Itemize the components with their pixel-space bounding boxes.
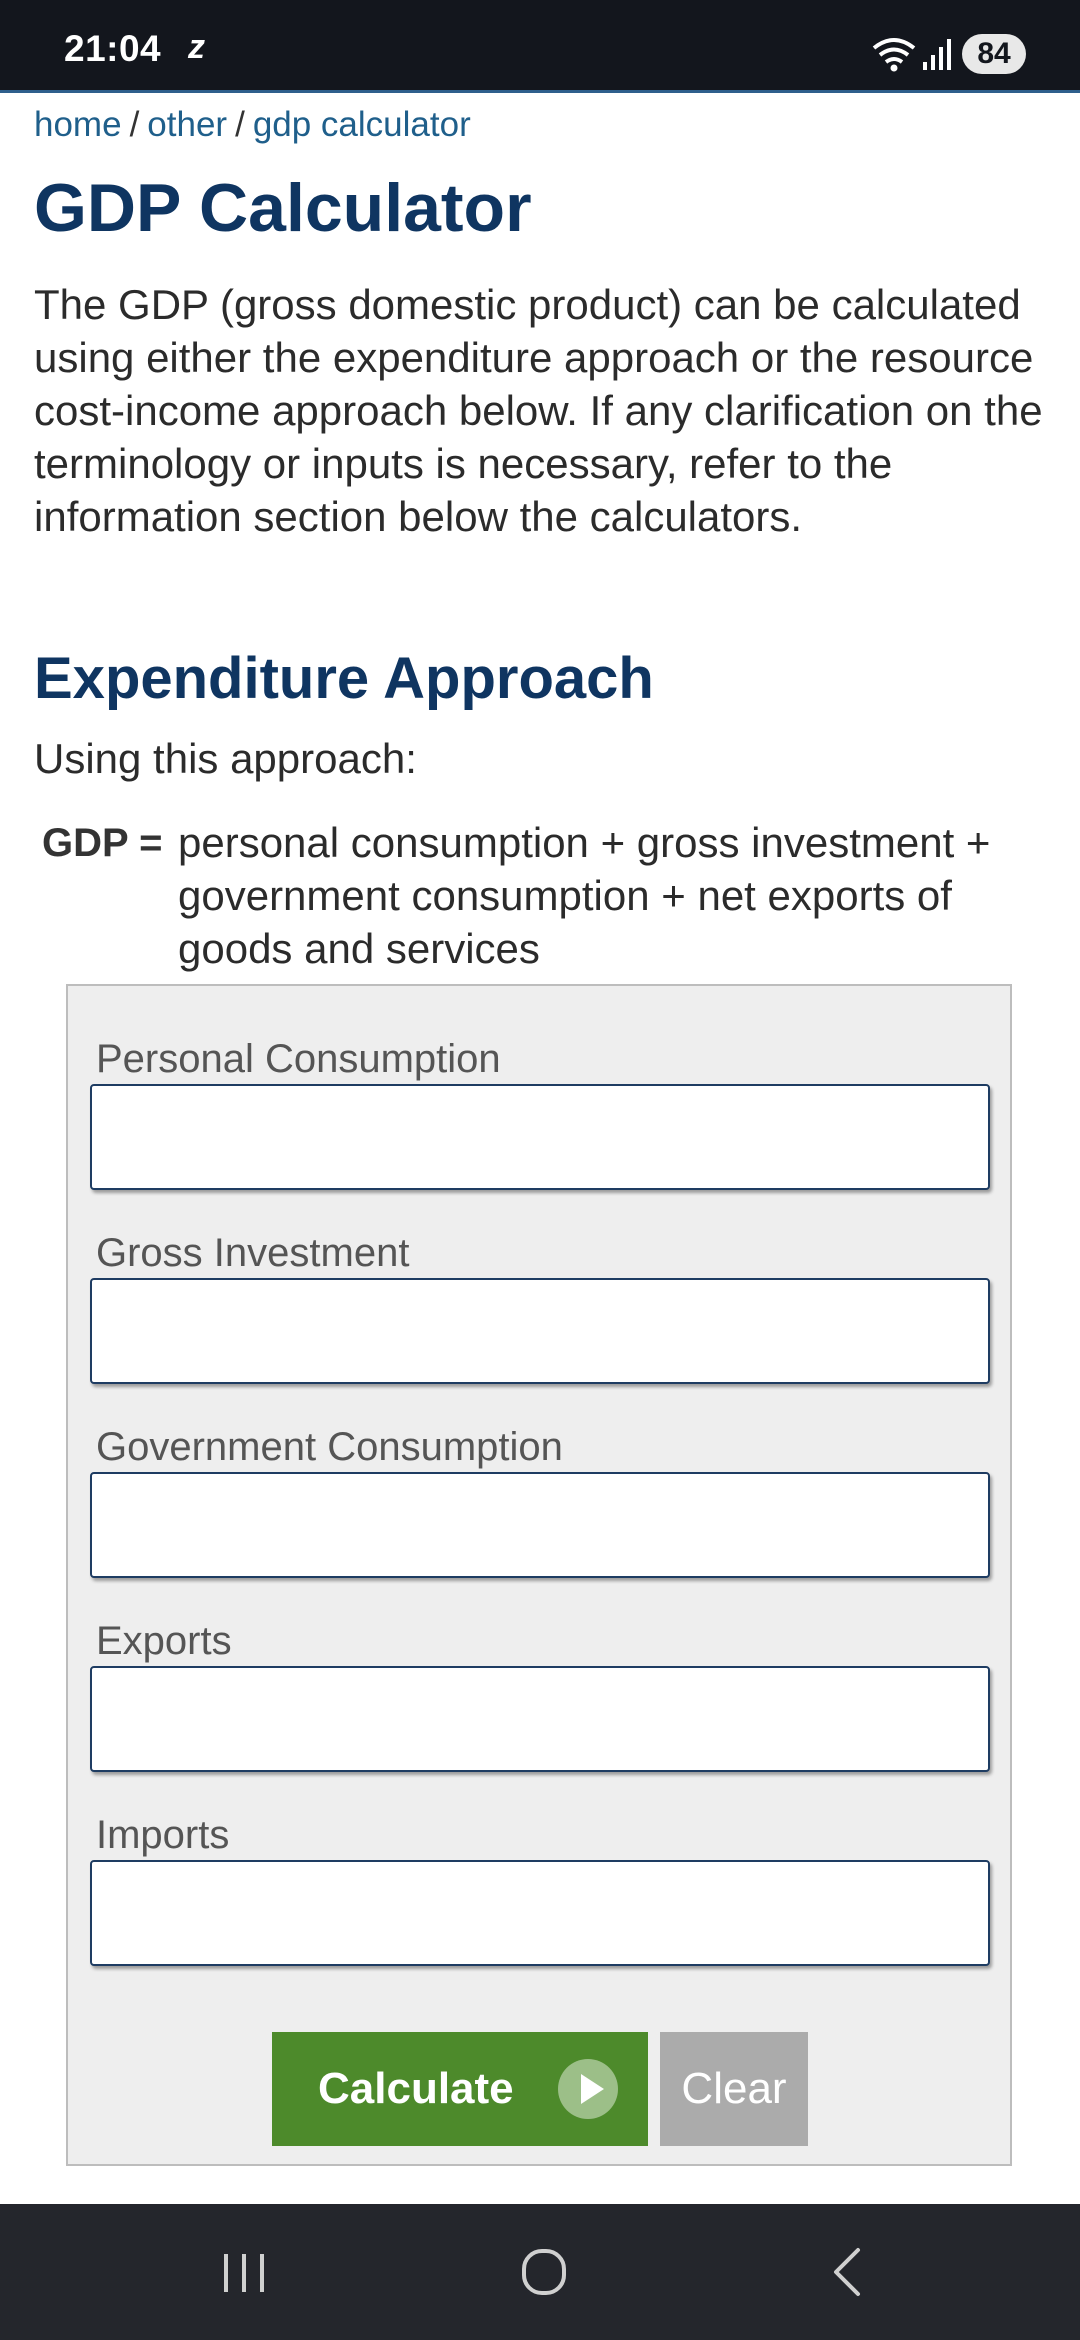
calculate-button[interactable]: Calculate xyxy=(272,2032,648,2146)
status-bar: 21:04 z 84 xyxy=(0,0,1080,90)
exports-label: Exports xyxy=(96,1619,232,1663)
wifi-icon xyxy=(872,38,916,72)
calculate-label: Calculate xyxy=(318,2064,514,2113)
government-consumption-input[interactable] xyxy=(90,1472,990,1578)
signal-icon xyxy=(923,39,951,70)
imports-label: Imports xyxy=(96,1813,230,1857)
battery-icon: 84 xyxy=(962,34,1026,74)
navigation-bar xyxy=(0,2204,1080,2340)
breadcrumb-separator: / xyxy=(235,105,245,144)
section-title-expenditure: Expenditure Approach xyxy=(34,646,654,711)
approach-intro: Using this approach: xyxy=(34,735,417,782)
notification-icon: z xyxy=(188,28,205,66)
status-divider xyxy=(0,90,1080,93)
breadcrumb-separator: / xyxy=(129,105,140,144)
status-time: 21:04 xyxy=(64,28,162,69)
recent-apps-icon[interactable] xyxy=(204,2234,284,2310)
formula-label: GDP = xyxy=(42,821,163,865)
intro-text: The GDP (gross domestic product) can be … xyxy=(34,281,1043,540)
screen: 21:04 z 84 home / other / gdp calculator GDP… xyxy=(0,0,1080,2340)
breadcrumb: home / other / gdp calculator xyxy=(34,102,471,148)
play-icon xyxy=(558,2059,618,2119)
gross-investment-label: Gross Investment xyxy=(96,1231,410,1275)
imports-input[interactable] xyxy=(90,1860,990,1966)
personal-consumption-label: Personal Consumption xyxy=(96,1037,501,1081)
clear-button[interactable]: Clear xyxy=(660,2032,808,2146)
gross-investment-input[interactable] xyxy=(90,1278,990,1384)
exports-input[interactable] xyxy=(90,1666,990,1772)
breadcrumb-other[interactable]: other xyxy=(147,105,227,144)
breadcrumb-home[interactable]: home xyxy=(34,105,122,144)
formula-text: personal consumption + gross investment … xyxy=(178,819,991,972)
page-title: GDP Calculator xyxy=(34,170,532,246)
home-icon[interactable] xyxy=(504,2234,584,2310)
breadcrumb-gdp-calculator[interactable]: gdp calculator xyxy=(253,105,471,144)
personal-consumption-input[interactable] xyxy=(90,1084,990,1190)
government-consumption-label: Government Consumption xyxy=(96,1425,563,1469)
back-icon[interactable] xyxy=(808,2234,888,2310)
